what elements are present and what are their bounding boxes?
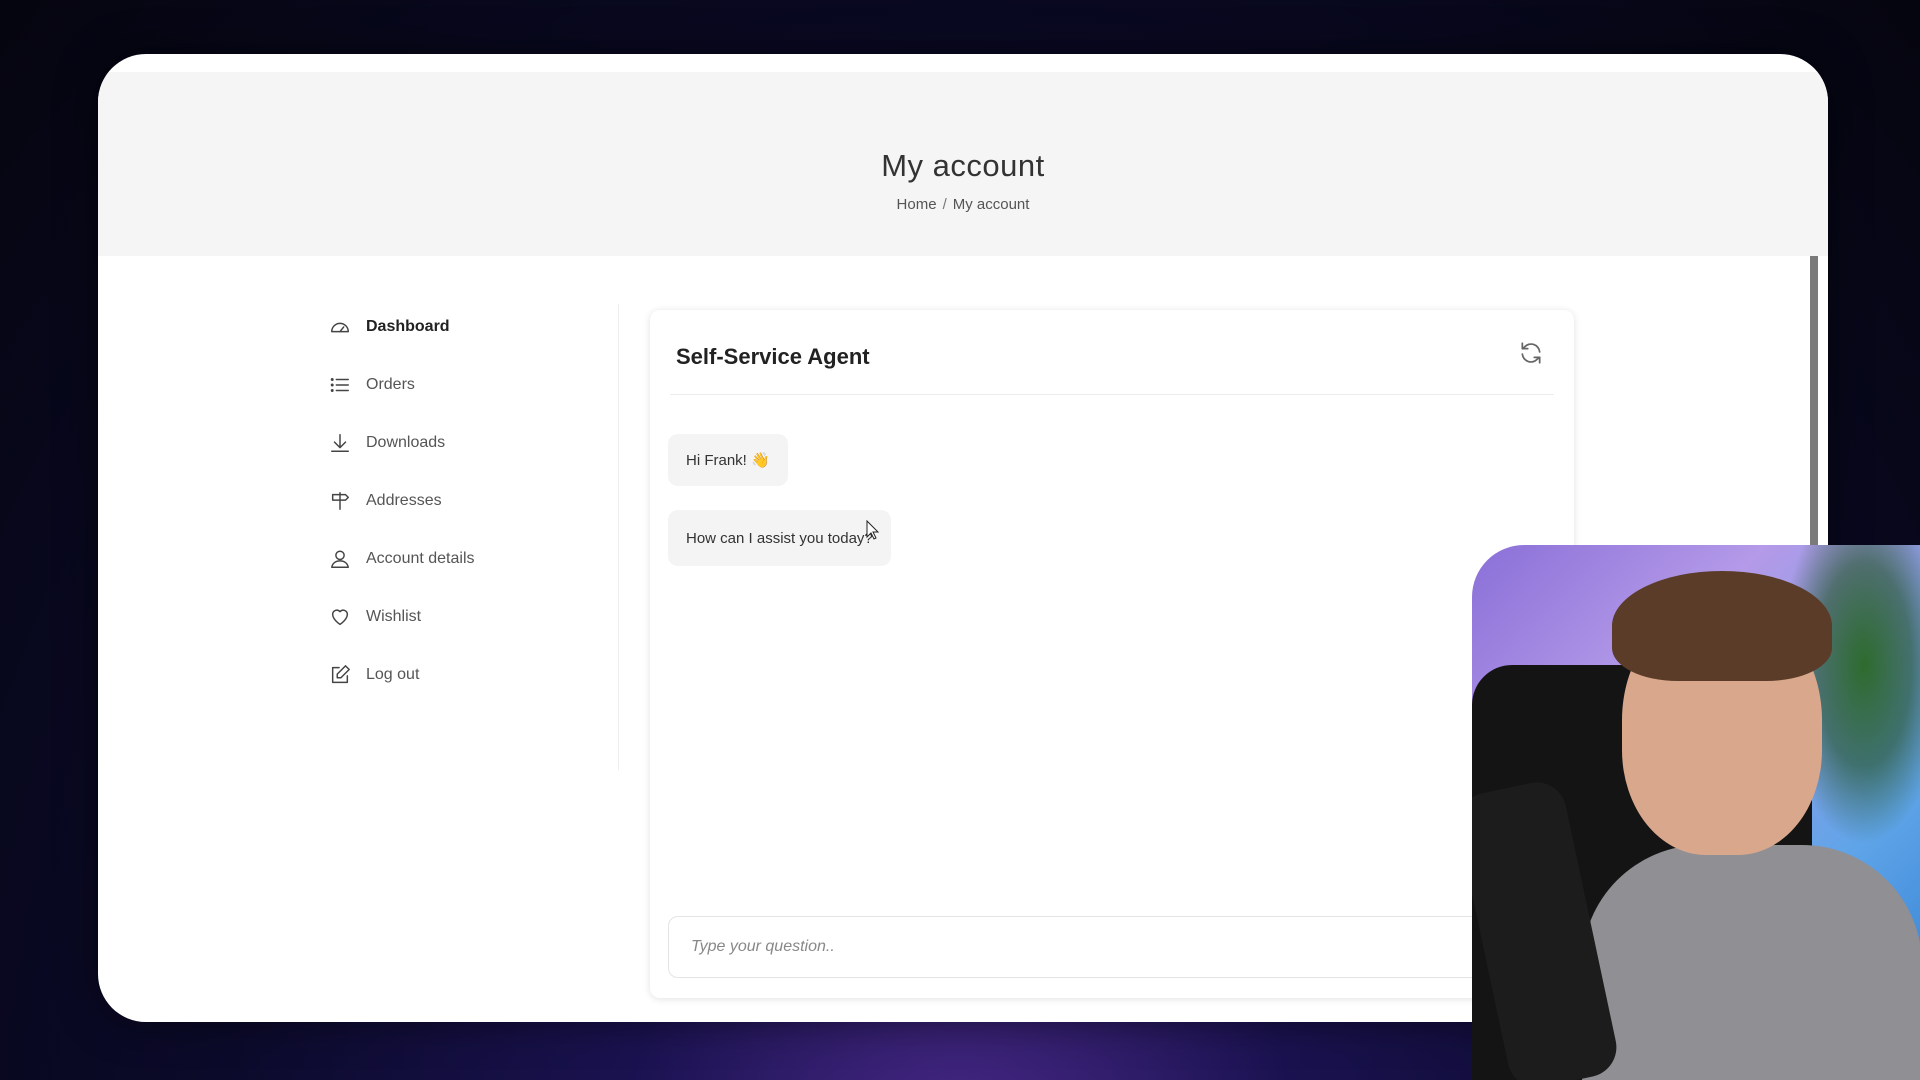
sidebar-item-label: Dashboard xyxy=(366,318,450,335)
chat-message-text: How can I assist you today? xyxy=(686,529,873,547)
download-icon xyxy=(328,431,352,455)
chat-title: Self-Service Agent xyxy=(676,344,870,369)
user-icon xyxy=(328,547,352,571)
chat-divider xyxy=(670,394,1554,395)
sidebar-item-label: Log out xyxy=(366,666,420,683)
person-hair xyxy=(1612,571,1832,681)
sidebar-item-dashboard[interactable]: Dashboard xyxy=(328,312,450,342)
sidebar-item-label: Addresses xyxy=(366,492,442,509)
edit-icon xyxy=(328,663,352,687)
sidebar-item-downloads[interactable]: Downloads xyxy=(328,428,445,458)
signpost-icon xyxy=(328,489,352,513)
chat-message: How can I assist you today? xyxy=(668,510,891,566)
person-shirt xyxy=(1582,845,1920,1080)
breadcrumb: Home / My account xyxy=(98,196,1828,213)
sidebar-item-wishlist[interactable]: Wishlist xyxy=(328,602,421,632)
chat-question-input[interactable] xyxy=(689,937,1555,957)
chat-input-box[interactable] xyxy=(668,916,1556,978)
breadcrumb-separator: / xyxy=(942,196,947,213)
sidebar-item-label: Account details xyxy=(366,550,475,567)
list-icon xyxy=(328,373,352,397)
webcam-overlay xyxy=(1472,545,1920,1080)
sidebar-item-label: Wishlist xyxy=(366,608,422,625)
breadcrumb-home-link[interactable]: Home xyxy=(897,196,937,213)
mouse-cursor-icon xyxy=(866,520,880,540)
sidebar-item-label: Orders xyxy=(366,376,415,393)
sidebar-item-account-details[interactable]: Account details xyxy=(328,544,475,574)
page-header: My account Home / My account xyxy=(98,72,1828,256)
refresh-icon[interactable] xyxy=(1518,340,1544,366)
chat-message-text: Hi Frank! 👋 xyxy=(686,452,770,469)
sidebar-item-addresses[interactable]: Addresses xyxy=(328,486,442,516)
account-sidebar: Dashboard Orders Downloads Addresses Acc… xyxy=(328,304,619,770)
heart-icon xyxy=(328,605,352,629)
self-service-agent-panel: Self-Service Agent Hi Frank! 👋 How can I… xyxy=(650,310,1574,998)
chat-message: Hi Frank! 👋 xyxy=(668,434,788,486)
dashboard-icon xyxy=(328,315,352,339)
sidebar-item-label: Downloads xyxy=(366,434,446,451)
sidebar-item-log-out[interactable]: Log out xyxy=(328,660,419,690)
sidebar-item-orders[interactable]: Orders xyxy=(328,370,415,400)
breadcrumb-current: My account xyxy=(952,196,1030,213)
page-title: My account xyxy=(881,148,1045,183)
